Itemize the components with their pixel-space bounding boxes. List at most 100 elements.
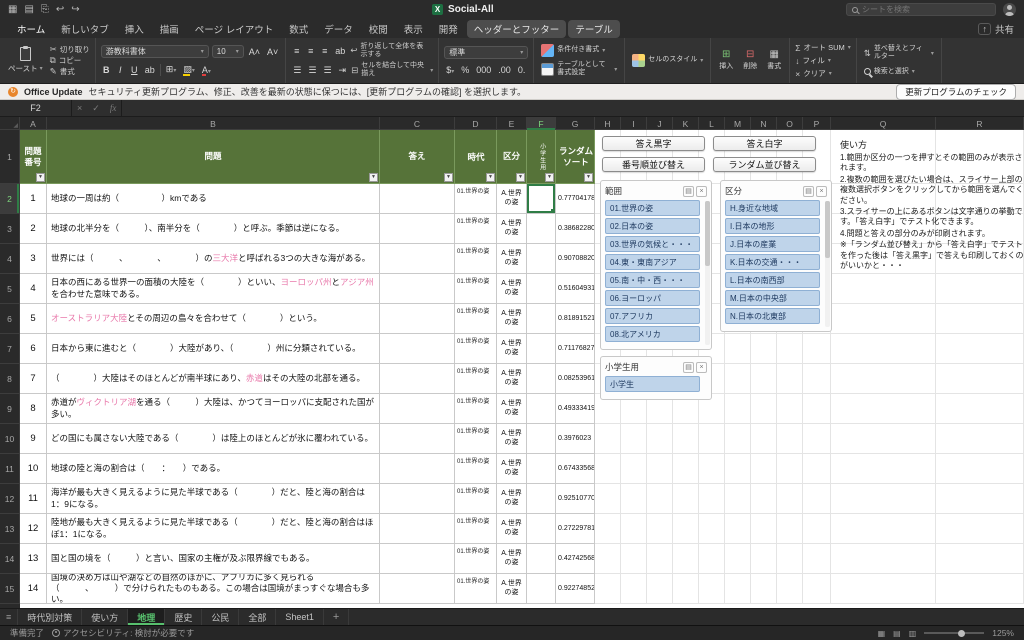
- cell-answer[interactable]: [380, 454, 455, 484]
- column-header-P[interactable]: P: [803, 117, 831, 130]
- ribbon-tab-データ[interactable]: データ: [317, 20, 360, 38]
- row-header-7[interactable]: 7: [0, 334, 20, 364]
- cell-elementary[interactable]: [527, 304, 556, 334]
- cell-number[interactable]: 12: [20, 514, 47, 544]
- zoom-knob[interactable]: [958, 630, 965, 637]
- cell-kubun[interactable]: A.世界の姿: [497, 484, 527, 514]
- cell-random[interactable]: 0.922748527: [556, 574, 595, 604]
- ribbon-tab-数式[interactable]: 数式: [282, 20, 315, 38]
- cell-answer[interactable]: [380, 574, 455, 604]
- comma-style-icon[interactable]: 000: [474, 65, 493, 75]
- slicer-item[interactable]: 08.北アメリカ: [605, 326, 700, 342]
- cell-number[interactable]: 7: [20, 364, 47, 394]
- cell-answer[interactable]: [380, 364, 455, 394]
- cell-kubun[interactable]: A.世界の姿: [497, 274, 527, 304]
- check-updates-button[interactable]: 更新プログラムのチェック: [896, 84, 1016, 100]
- filter-button[interactable]: ▼: [516, 173, 525, 182]
- cell-era[interactable]: 01.世界の姿: [455, 484, 497, 514]
- cell-question[interactable]: オーストラリア大陸とその周辺の島々を合わせて（ ）という。: [47, 304, 380, 334]
- cell-elementary[interactable]: [527, 424, 556, 454]
- sheet-tab-全部[interactable]: 全部: [239, 609, 276, 625]
- cell-question[interactable]: 地球の一周は約（ ）kmである: [47, 184, 380, 214]
- row-header-3[interactable]: 3: [0, 214, 20, 244]
- paste-button[interactable]: ペースト▾: [5, 46, 46, 75]
- ribbon-tab-挿入[interactable]: 挿入: [118, 20, 151, 38]
- ribbon-tab-開発[interactable]: 開発: [432, 20, 465, 38]
- format-cells-button[interactable]: ▦書式: [764, 50, 784, 71]
- slicer-item[interactable]: 04.東・東南アジア: [605, 254, 700, 270]
- increase-font-icon[interactable]: A˄: [247, 47, 262, 57]
- cell-answer[interactable]: [380, 544, 455, 574]
- cell-era[interactable]: 01.世界の姿: [455, 244, 497, 274]
- cell-random[interactable]: 0.674335682: [556, 454, 595, 484]
- sheet-tab-歴史[interactable]: 歴史: [165, 609, 202, 625]
- cell-question[interactable]: 陸地が最も大きく見えるように見た半球である（ ）だと、陸と海の割合はほぼ1：1に…: [47, 514, 380, 544]
- column-header-D[interactable]: D: [455, 117, 497, 130]
- slicer-scrollbar[interactable]: [705, 201, 710, 345]
- cell-kubun[interactable]: A.世界の姿: [497, 334, 527, 364]
- ribbon-tab-ホーム[interactable]: ホーム: [10, 20, 52, 38]
- sheet-search[interactable]: [846, 3, 996, 16]
- column-header-M[interactable]: M: [725, 117, 751, 130]
- cell-era[interactable]: 01.世界の姿: [455, 214, 497, 244]
- cell-random[interactable]: 0.777041784: [556, 184, 595, 214]
- fill-button[interactable]: ↓フィル▾: [795, 55, 851, 66]
- cell-era[interactable]: 01.世界の姿: [455, 364, 497, 394]
- cell-styles-button[interactable]: セルのスタイル▾: [630, 53, 705, 68]
- cell-era[interactable]: 01.世界の姿: [455, 514, 497, 544]
- column-header-C[interactable]: C: [380, 117, 455, 130]
- cell-kubun[interactable]: A.世界の姿: [497, 304, 527, 334]
- clear-filter-icon[interactable]: ×: [696, 186, 707, 197]
- cell-era[interactable]: 01.世界の姿: [455, 274, 497, 304]
- cell-answer[interactable]: [380, 514, 455, 544]
- cell-era[interactable]: 01.世界の姿: [455, 304, 497, 334]
- filter-button[interactable]: ▼: [36, 173, 45, 182]
- slicer-item[interactable]: M.日本の中央部: [725, 290, 820, 306]
- find-select-button[interactable]: 検索と選択▾: [862, 67, 936, 77]
- clear-button[interactable]: ×クリア▾: [795, 68, 851, 79]
- ribbon-tab-表示[interactable]: 表示: [397, 20, 430, 38]
- fill-color-button[interactable]: ▨▾: [181, 64, 197, 75]
- autosum-button[interactable]: Σオート SUM▾: [795, 42, 851, 53]
- decrease-font-icon[interactable]: A˅: [265, 47, 280, 57]
- add-sheet-button[interactable]: +: [324, 609, 349, 625]
- slicer-item[interactable]: K.日本の交通・・・: [725, 254, 820, 270]
- cell-number[interactable]: 8: [20, 394, 47, 424]
- search-input[interactable]: [862, 5, 990, 14]
- cell-kubun[interactable]: A.世界の姿: [497, 514, 527, 544]
- font-size-select[interactable]: 10▾: [212, 45, 244, 58]
- wrap-text-button[interactable]: ↩折り返して全体を表示する: [350, 43, 426, 59]
- multiselect-icon[interactable]: ▤: [803, 186, 814, 197]
- cell-era[interactable]: 01.世界の姿: [455, 574, 497, 604]
- column-header-E[interactable]: E: [497, 117, 527, 130]
- cell-elementary[interactable]: [527, 274, 556, 304]
- slicer-item[interactable]: 03.世界の気候と・・・: [605, 236, 700, 252]
- cell-number[interactable]: 13: [20, 544, 47, 574]
- indent-icon[interactable]: ⇥: [337, 65, 349, 76]
- filter-button[interactable]: ▼: [545, 173, 554, 182]
- row-header-2[interactable]: 2: [0, 184, 20, 214]
- cell-era[interactable]: 01.世界の姿: [455, 424, 497, 454]
- cell-elementary[interactable]: [527, 394, 556, 424]
- answer-black-button[interactable]: 答え黒字: [602, 136, 705, 151]
- row-header-4[interactable]: 4: [0, 244, 20, 274]
- cell-answer[interactable]: [380, 274, 455, 304]
- column-header-R[interactable]: R: [936, 117, 1024, 130]
- delete-cells-button[interactable]: ⊟削除: [740, 50, 760, 71]
- cell-number[interactable]: 5: [20, 304, 47, 334]
- cell-question[interactable]: 海洋が最も大きく見えるように見た半球である（ ）だと、陸と海の割合は1：9になる…: [47, 484, 380, 514]
- strikethrough-button[interactable]: ab: [143, 65, 157, 75]
- cell-answer[interactable]: [380, 304, 455, 334]
- cell-question[interactable]: 日本から東に進むと（ ）大陸があり、（ ）州に分類されている。: [47, 334, 380, 364]
- row-header-10[interactable]: 10: [0, 424, 20, 454]
- normal-view-icon[interactable]: ▦: [878, 629, 886, 638]
- slicer-item[interactable]: 01.世界の姿: [605, 200, 700, 216]
- sheet-tab-Sheet1[interactable]: Sheet1: [276, 609, 324, 625]
- row-header-14[interactable]: 14: [0, 544, 20, 574]
- filter-button[interactable]: ▼: [584, 173, 593, 182]
- cell-question[interactable]: 世界には（ 、 、 ）の三大洋と呼ばれる3つの大きな海がある。: [47, 244, 380, 274]
- number-format-select[interactable]: 標準▾: [444, 46, 528, 59]
- save-icon[interactable]: ▤: [24, 5, 33, 15]
- redo-icon[interactable]: ↪: [71, 5, 79, 15]
- filter-button[interactable]: ▼: [444, 173, 453, 182]
